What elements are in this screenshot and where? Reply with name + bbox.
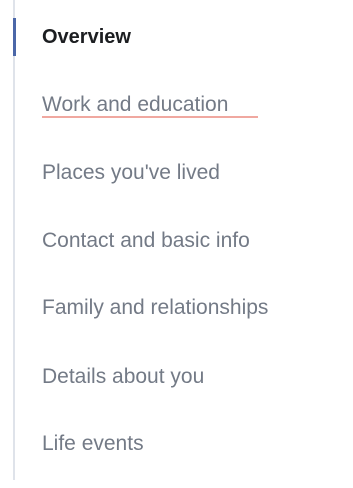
nav-item-contact-basic-info[interactable]: Contact and basic info	[42, 225, 250, 257]
nav-item-overview[interactable]: Overview	[42, 21, 131, 53]
nav-item-life-events[interactable]: Life events	[42, 428, 144, 460]
nav-item-places-lived[interactable]: Places you've lived	[42, 157, 220, 189]
nav-item-family-relationships[interactable]: Family and relationships	[42, 292, 268, 324]
about-sidebar-nav: Overview Work and education Places you'v…	[0, 0, 353, 488]
nav-item-details-about-you[interactable]: Details about you	[42, 361, 204, 393]
active-indicator	[13, 18, 16, 56]
spellcheck-underline	[42, 116, 258, 118]
nav-rail	[13, 0, 15, 480]
